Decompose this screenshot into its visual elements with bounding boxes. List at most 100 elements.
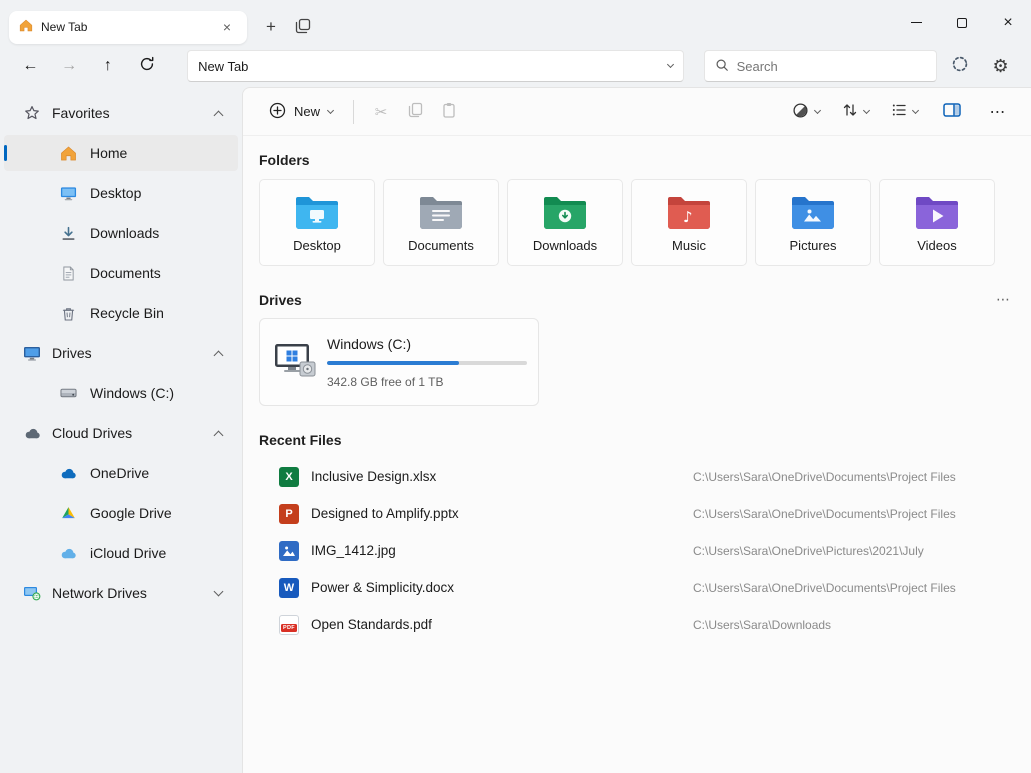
sidebar-section-cloud-drives[interactable]: Cloud Drives xyxy=(4,415,238,451)
drive-usage-fill xyxy=(327,360,459,365)
drive-usage-bar xyxy=(327,360,527,365)
address-input[interactable] xyxy=(198,58,668,74)
minimize-icon xyxy=(910,22,922,23)
sidebar-item-google-drive[interactable]: Google Drive xyxy=(4,495,238,531)
tab-list-button[interactable] xyxy=(287,12,319,42)
filter-icon xyxy=(792,102,809,122)
filter-button[interactable] xyxy=(787,95,825,129)
maximize-button[interactable] xyxy=(939,5,985,41)
recent-file-row[interactable]: P Designed to Amplify.pptx C:\Users\Sara… xyxy=(259,495,1015,532)
folder-tile-pictures[interactable]: Pictures xyxy=(755,179,871,266)
sidebar-item-recycle-bin[interactable]: Recycle Bin xyxy=(4,295,238,331)
sidebar-item-onedrive[interactable]: OneDrive xyxy=(4,455,238,491)
sidebar-item-downloads[interactable]: Downloads xyxy=(4,215,238,251)
preview-pane-button[interactable] xyxy=(935,95,969,129)
sidebar-item-label: Downloads xyxy=(90,225,160,241)
network-drives-icon xyxy=(22,586,42,601)
up-button[interactable]: ↑ xyxy=(92,50,125,82)
copilot-button[interactable] xyxy=(943,50,976,82)
new-button-label: New xyxy=(294,104,321,119)
sidebar-section-label: Cloud Drives xyxy=(52,425,133,441)
pictures-folder-icon xyxy=(792,196,834,229)
drives-more-button[interactable]: ⋯ xyxy=(996,292,1011,308)
minimize-button[interactable] xyxy=(893,5,939,41)
recent-file-row[interactable]: W Power & Simplicity.docx C:\Users\Sara\… xyxy=(259,569,1015,606)
sidebar-item-label: Documents xyxy=(90,265,161,281)
forward-button[interactable]: → xyxy=(53,50,86,82)
folder-tile-videos[interactable]: Videos xyxy=(879,179,995,266)
sort-button[interactable] xyxy=(837,95,874,129)
sidebar-section-network-drives[interactable]: Network Drives xyxy=(4,575,238,611)
more-icon: ⋯ xyxy=(996,292,1011,308)
chevron-up-icon[interactable] xyxy=(213,350,224,360)
plus-circle-icon xyxy=(269,102,286,122)
cut-button[interactable]: ✂ xyxy=(364,95,398,129)
drive-name: Windows (C:) xyxy=(327,335,412,352)
close-button[interactable]: × xyxy=(985,5,1031,41)
excel-icon: X xyxy=(279,466,299,487)
home-icon xyxy=(58,146,78,161)
folder-tile-music[interactable]: ♪ Music xyxy=(631,179,747,266)
cut-icon: ✂ xyxy=(374,102,388,121)
address-bar[interactable] xyxy=(187,50,684,82)
file-path: C:\Users\Sara\OneDrive\Documents\Project… xyxy=(693,469,956,484)
sidebar-item-desktop[interactable]: Desktop xyxy=(4,175,238,211)
sidebar-section-drives[interactable]: Drives xyxy=(4,335,238,371)
file-path: C:\Users\Sara\Downloads xyxy=(693,617,832,632)
image-file-icon xyxy=(279,540,299,561)
pdf-icon: PDF xyxy=(279,614,299,635)
new-button[interactable]: New xyxy=(259,95,343,129)
refresh-icon xyxy=(139,56,155,77)
search-box[interactable] xyxy=(703,50,938,82)
sidebar-item-home[interactable]: Home xyxy=(4,135,238,171)
home-icon xyxy=(19,19,33,35)
sidebar-item-documents[interactable]: Documents xyxy=(4,255,238,291)
recent-file-row[interactable]: PDF Open Standards.pdf C:\Users\Sara\Dow… xyxy=(259,606,1015,643)
download-arrow-icon xyxy=(58,226,78,241)
sidebar-section-favorites[interactable]: Favorites xyxy=(4,95,238,131)
main-content: New ✂ ⋯ Folders Desktop Documents Downlo… xyxy=(242,87,1031,773)
sidebar-item-icloud-drive[interactable]: iCloud Drive xyxy=(4,535,238,571)
view-button[interactable] xyxy=(886,95,923,129)
sidebar-item-label: iCloud Drive xyxy=(90,545,167,561)
onedrive-icon xyxy=(58,467,78,479)
file-path: C:\Users\Sara\OneDrive\Documents\Project… xyxy=(693,506,956,521)
folder-tile-label: Videos xyxy=(917,237,957,253)
copy-icon xyxy=(408,102,423,121)
chevron-up-icon[interactable] xyxy=(213,430,224,440)
powerpoint-icon: P xyxy=(279,503,299,524)
file-name: Designed to Amplify.pptx xyxy=(311,506,459,521)
folder-tile-label: Pictures xyxy=(789,237,837,253)
chevron-up-icon[interactable] xyxy=(213,110,224,120)
chevron-down-icon[interactable] xyxy=(213,586,224,597)
new-tab-button[interactable]: + xyxy=(255,12,287,42)
word-icon: W xyxy=(279,577,299,598)
document-icon xyxy=(58,266,78,281)
more-options-button[interactable]: ⋯ xyxy=(981,95,1015,129)
recent-file-row[interactable]: IMG_1412.jpg C:\Users\Sara\OneDrive\Pict… xyxy=(259,532,1015,569)
refresh-button[interactable] xyxy=(130,50,163,82)
view-list-icon xyxy=(891,102,907,121)
recent-file-row[interactable]: X Inclusive Design.xlsx C:\Users\Sara\On… xyxy=(259,458,1015,495)
chevron-down-icon xyxy=(911,106,920,114)
chevron-down-icon xyxy=(326,106,335,114)
music-folder-icon: ♪ xyxy=(668,196,710,229)
folder-tile-documents[interactable]: Documents xyxy=(383,179,499,266)
tab-close-button[interactable]: × xyxy=(217,17,237,37)
file-path: C:\Users\Sara\OneDrive\Pictures\2021\Jul… xyxy=(693,543,924,558)
search-input[interactable] xyxy=(736,58,927,74)
tab-new-tab[interactable]: New Tab × xyxy=(9,10,247,44)
sidebar-item-windows-c[interactable]: Windows (C:) xyxy=(4,375,238,411)
folder-tile-desktop[interactable]: Desktop xyxy=(259,179,375,266)
sidebar-item-label: Desktop xyxy=(90,185,142,201)
paste-button[interactable] xyxy=(432,95,466,129)
settings-button[interactable]: ⚙ xyxy=(984,50,1017,82)
desktop-folder-icon xyxy=(296,196,338,229)
drive-card-windows-c[interactable]: Windows (C:) 342.8 GB free of 1 TB xyxy=(259,318,539,406)
drive-pc-icon xyxy=(272,342,318,383)
address-dropdown-chevron-icon[interactable] xyxy=(666,60,674,69)
copy-button[interactable] xyxy=(398,95,432,129)
folder-tile-downloads[interactable]: Downloads xyxy=(507,179,623,266)
back-button[interactable]: ← xyxy=(14,50,47,82)
file-name: Open Standards.pdf xyxy=(311,617,432,632)
